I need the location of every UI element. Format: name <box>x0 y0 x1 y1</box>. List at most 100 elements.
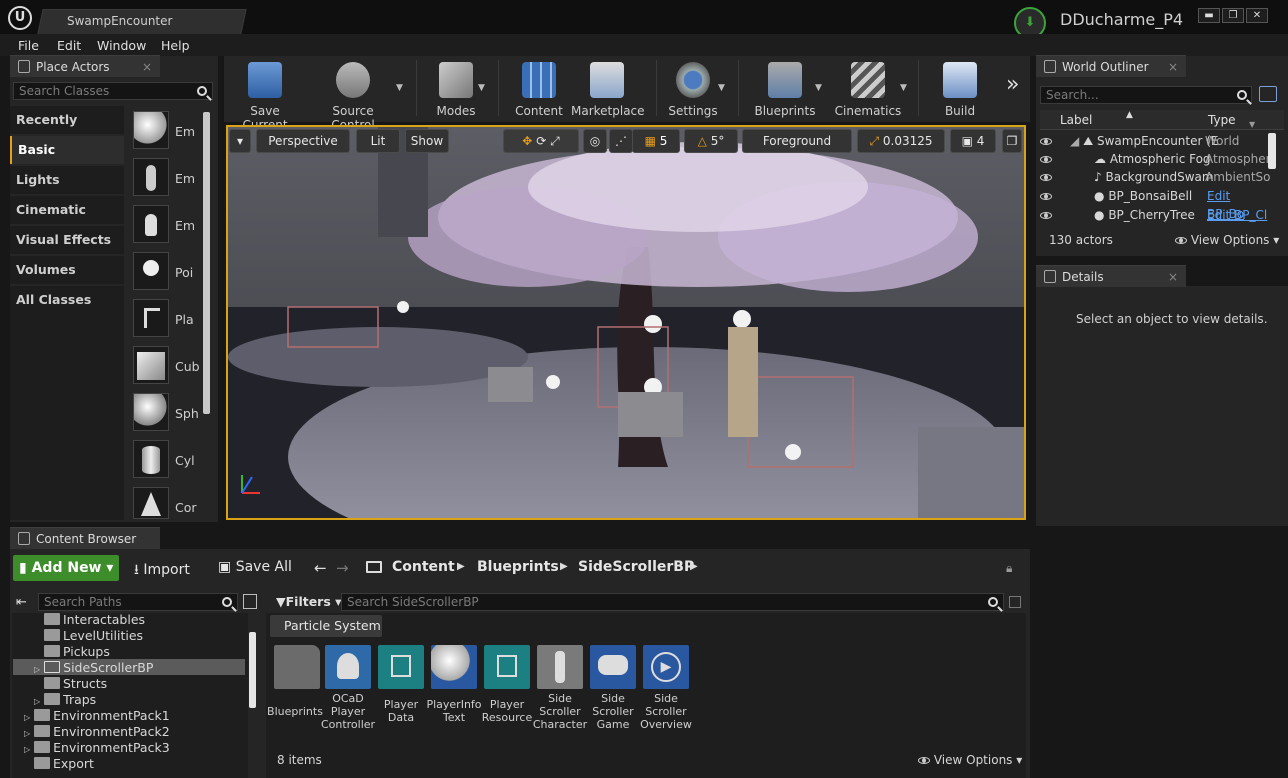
gamemode-icon[interactable] <box>590 645 636 689</box>
cinematics-button[interactable]: Cinematics <box>832 58 904 120</box>
sources-panel-toggle-icon[interactable]: ⇤ <box>16 595 27 610</box>
category-recently-placed[interactable]: Recently Placed <box>10 106 124 155</box>
tree-folder[interactable]: LevelUtilities <box>44 628 143 644</box>
camera-speed-button[interactable]: ▣ 4 <box>950 129 996 153</box>
import-button[interactable]: ⭳ Import <box>134 559 190 583</box>
chevron-down-icon[interactable]: ▼ <box>815 83 822 93</box>
point-light-icon[interactable] <box>133 252 169 290</box>
actor-label[interactable]: Cub <box>175 359 200 374</box>
player-start-icon[interactable] <box>133 299 169 337</box>
tree-folder[interactable]: ▷ EnvironmentPack3 <box>24 740 170 756</box>
tree-scrollbar[interactable] <box>249 632 256 708</box>
asset-label[interactable]: Blueprints <box>267 705 323 718</box>
search-paths-input[interactable]: Search Paths <box>38 593 238 611</box>
expand-arrow-icon[interactable]: ▷ <box>34 665 40 674</box>
cube-icon[interactable] <box>133 346 169 384</box>
chevron-down-icon[interactable]: ▼ <box>396 83 403 93</box>
asset-label[interactable]: Side Scroller Character <box>532 692 588 731</box>
asset-label[interactable]: Player Resource <box>479 698 535 724</box>
category-all-classes[interactable]: All Classes <box>10 286 124 314</box>
level-viewport[interactable] <box>226 125 1026 520</box>
expand-arrow-icon[interactable]: ▷ <box>24 745 30 754</box>
layer-dropdown[interactable]: Foreground <box>742 129 852 153</box>
sort-ascending-icon[interactable]: ▲ <box>1126 110 1133 120</box>
visibility-eye-icon[interactable] <box>1040 193 1052 200</box>
player-controller-icon[interactable] <box>325 645 371 689</box>
asset-label[interactable]: Player Data <box>373 698 429 724</box>
search-assets-input[interactable]: Search SideScrollerBP <box>341 593 1004 611</box>
category-visual-effects[interactable]: Visual Effects <box>10 226 124 254</box>
cone-icon[interactable] <box>133 487 169 519</box>
breadcrumb-separator-icon[interactable]: ▶ <box>690 561 698 572</box>
visibility-eye-icon[interactable] <box>1040 174 1052 181</box>
expand-arrow-icon[interactable]: ◢ <box>1070 134 1079 148</box>
marketplace-button[interactable]: Marketplace <box>571 58 645 120</box>
outliner-row[interactable]: ☁ Atmospheric Fog Atmospher <box>1040 150 1271 168</box>
visibility-eye-icon[interactable] <box>1040 138 1052 145</box>
lock-icon[interactable]: 🔒︎ <box>1006 561 1012 576</box>
close-button[interactable]: ✕ <box>1246 8 1268 23</box>
category-volumes[interactable]: Volumes <box>10 256 124 284</box>
unreal-logo-icon[interactable]: U <box>8 6 32 30</box>
menu-window[interactable]: Window <box>97 38 146 53</box>
edit-blueprint-link[interactable]: Edit BP_Cl <box>1207 206 1267 224</box>
tree-folder[interactable]: Structs <box>44 676 107 692</box>
expand-arrow-icon[interactable]: ▷ <box>24 713 30 722</box>
character-icon[interactable] <box>537 645 583 689</box>
actor-label[interactable]: Cyl <box>175 453 195 468</box>
build-button[interactable]: Build <box>924 58 996 120</box>
outliner-view-options[interactable]: View Options ▾ <box>1175 233 1279 247</box>
scale-snap-toggle[interactable]: ⤢ 0.03125 <box>857 129 945 153</box>
maximize-viewport-icon[interactable]: ❐ <box>1002 129 1022 153</box>
tree-folder[interactable]: Pickups <box>44 644 110 660</box>
chevron-down-icon[interactable]: ▼ <box>900 83 907 93</box>
column-type[interactable]: Type <box>1208 113 1236 127</box>
outliner-row[interactable]: ♪ BackgroundSwam AmbientSo <box>1040 168 1271 186</box>
transform-tools[interactable]: ✥ ⟳ ⤢ <box>503 129 579 153</box>
outliner-settings-icon[interactable] <box>1259 86 1277 102</box>
visibility-eye-icon[interactable] <box>1040 212 1052 219</box>
visibility-eye-icon[interactable] <box>1040 156 1052 163</box>
expand-arrow-icon[interactable]: ▷ <box>24 729 30 738</box>
breadcrumb-separator-icon[interactable]: ▶ <box>457 561 465 572</box>
empty-pawn-icon[interactable] <box>133 205 169 243</box>
content-button[interactable]: Content <box>503 58 575 120</box>
lit-button[interactable]: Lit <box>356 129 400 153</box>
breadcrumb-separator-icon[interactable]: ▶ <box>560 561 568 572</box>
tab-details[interactable]: Details × <box>1036 265 1186 287</box>
rotation-snap-toggle[interactable]: △ 5° <box>684 129 738 153</box>
actor-label[interactable]: Cor <box>175 500 197 515</box>
forward-arrow-icon[interactable]: → <box>336 559 349 577</box>
outliner-row[interactable]: ● BP_CherryTree Edit BP_Cl <box>1040 206 1268 224</box>
close-icon[interactable]: × <box>1168 56 1178 78</box>
tree-folder[interactable]: ▷ Traps <box>34 692 96 708</box>
world-space-icon[interactable]: ◎ <box>583 129 607 153</box>
actor-label[interactable]: Sph <box>175 406 199 421</box>
minimize-button[interactable]: ▬ <box>1198 8 1220 23</box>
folder-icon[interactable] <box>274 645 320 689</box>
outliner-search-input[interactable]: Search... <box>1040 86 1252 104</box>
category-cinematic[interactable]: Cinematic <box>10 196 124 224</box>
actor-label[interactable]: Em <box>175 124 195 139</box>
viewport-options-button[interactable]: ▾ <box>229 129 251 153</box>
tree-folder[interactable]: ▷ EnvironmentPack2 <box>24 724 170 740</box>
category-basic[interactable]: Basic <box>10 136 124 164</box>
play-icon[interactable]: ▶ <box>643 645 689 689</box>
expand-arrow-icon[interactable]: ▷ <box>34 697 40 706</box>
sphere-icon[interactable] <box>133 393 169 431</box>
tree-folder[interactable]: Interactables <box>44 612 145 628</box>
chevron-down-icon[interactable]: ▼ <box>478 83 485 93</box>
outliner-row[interactable]: ◢ ⛰ SwampEncounter (E World <box>1040 132 1268 150</box>
blueprints-button[interactable]: Blueprints <box>749 58 821 120</box>
category-lights[interactable]: Lights <box>10 166 124 194</box>
collections-icon[interactable] <box>243 594 257 609</box>
menu-edit[interactable]: Edit <box>57 38 81 53</box>
tab-content-browser[interactable]: Content Browser <box>10 527 160 549</box>
menu-help[interactable]: Help <box>161 38 190 53</box>
close-icon[interactable]: × <box>142 56 152 78</box>
perspective-button[interactable]: Perspective <box>256 129 350 153</box>
save-search-icon[interactable] <box>1009 596 1021 608</box>
actor-label[interactable]: Pla <box>175 312 194 327</box>
maximize-button[interactable]: ❐ <box>1222 8 1244 23</box>
close-icon[interactable]: × <box>1168 266 1178 288</box>
